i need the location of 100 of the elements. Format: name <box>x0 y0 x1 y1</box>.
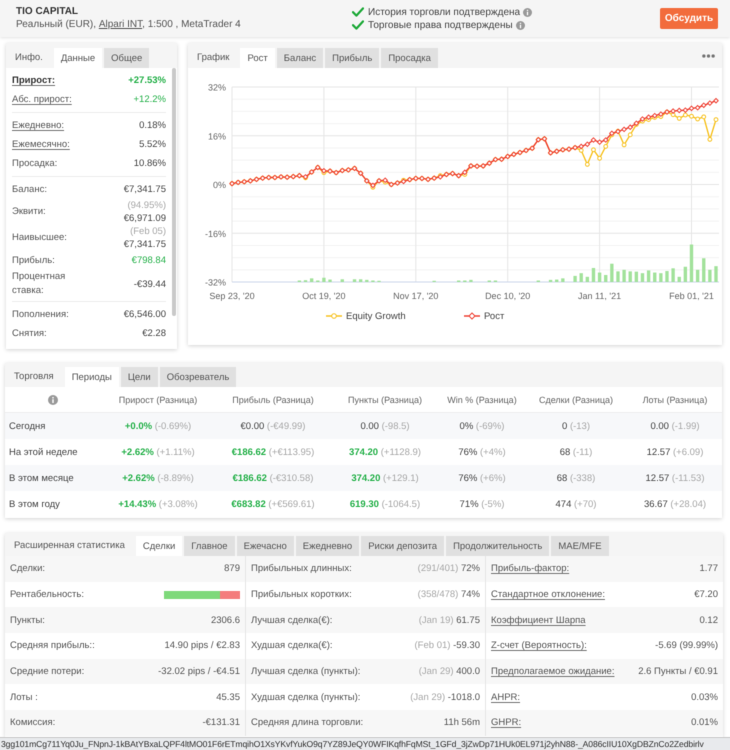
stat-value: €7,341.75 <box>124 183 166 196</box>
stat-value: €798.84 <box>132 254 166 267</box>
panel-title: Инфо. <box>14 51 44 65</box>
stat-label: Комиссия: <box>10 717 56 728</box>
stat-label: Средняя прибыль:: <box>10 640 95 652</box>
stat-label: Ежедневно: <box>12 118 64 132</box>
verification-text: История торговли подтверждена <box>368 6 520 18</box>
stat-value: 0.12 <box>700 614 718 626</box>
column-header: Пункты (Разница) <box>347 394 423 404</box>
panel-title: График <box>196 51 230 65</box>
table-cell-text: €186.62 (+€113.95) <box>230 446 316 458</box>
stat-value: -32.02 pips / -€4.51 <box>158 666 240 678</box>
table-cell-text: +2.62% (+1.11%) <box>120 446 196 458</box>
stat-label: Процентная ставка: <box>12 270 66 298</box>
row-label: Сегодня <box>8 420 46 432</box>
table-cell-text: €0.00 (-€49.99) <box>240 420 306 432</box>
stat-value: (Jan 29) -1018.0 <box>410 692 480 703</box>
stat-label: Худшая сделка(€): <box>251 640 332 652</box>
stat-value: 1.77 <box>700 563 718 574</box>
stat-value: 0.01% <box>691 717 718 728</box>
stat-value: 879 <box>224 563 240 574</box>
status-url: 3gg101mCg711Yq0Ju_FNpnJ-1kBAtYBxaLQPF4ltMO01F6rETmqihO1XsYKvfYukO9q7YZ89JeQY0WFIKqfhFqMSt_1GFd_3jZwDp71HUk0EL971j2yhN88-_A086cIIU10XgDBZnCo2Zedbirlv <box>1 739 704 749</box>
table-cell-text: 36.67 (+28.04) <box>642 498 708 510</box>
table-cell-text: 76% (+4%) <box>457 446 507 458</box>
table-cell-text: 68 (-11) <box>558 446 594 458</box>
stat-label: Предполагаемое ожидание: <box>491 666 614 678</box>
axis-label: 32% <box>208 82 226 92</box>
stat-label: Пункты: <box>10 614 45 626</box>
axis-label: -32% <box>204 278 226 288</box>
stat-label: Рентабельность: <box>10 589 84 600</box>
stat-value: €7.20 <box>694 589 718 600</box>
axis-label: Oct 19, '20 <box>302 291 346 301</box>
axis-label: Jan 11, '21 <box>578 291 622 301</box>
axis-label: 0% <box>212 180 226 190</box>
stat-value: 11h 56m <box>444 717 480 728</box>
column-header: Прибыль (Разница) <box>231 394 315 404</box>
axis-label: Feb 01, '21 <box>669 291 714 301</box>
table-cell-text: 0 (-13) <box>561 420 591 432</box>
table-cell-text: 0.00 (-1.99) <box>649 420 701 432</box>
table-cell-text: +14.43% (+3.08%) <box>117 498 199 510</box>
row-label: В этом году <box>8 498 61 510</box>
row-label: На этой неделе <box>8 446 79 458</box>
stat-label: Лучшая сделка(€): <box>251 614 332 626</box>
stat-value: 5.52% <box>139 138 166 151</box>
column-header: Лоты (Разница) <box>642 394 708 404</box>
table-cell-text: 12.57 (+6.09) <box>646 446 704 458</box>
column-header: Сделки (Разница) <box>538 394 614 404</box>
table-cell-text: 374.20 (+1128.9) <box>348 446 422 458</box>
table-cell-text: 0.00 (-98.5) <box>359 420 411 432</box>
table-cell-text: 619.30 (-1064.5) <box>348 498 422 510</box>
stat-label: Прибыль-фактор: <box>491 563 570 574</box>
panel-title: Торговля <box>13 370 55 384</box>
axis-label: 16% <box>208 131 226 142</box>
stat-value: (Jan 29) 400.0 <box>418 666 480 678</box>
stat-label: GHPR: <box>491 717 522 728</box>
stat-label: Коэффициент Шарпа <box>491 614 586 626</box>
column-header: Прирост (Разница) <box>118 394 198 404</box>
value-note: (Feb 05) <box>130 225 166 238</box>
stat-value: +27.53% <box>128 74 166 87</box>
stat-label: Баланс: <box>12 182 47 196</box>
stat-label: Абс. прирост: <box>12 92 72 106</box>
stat-label: Наивысшее: <box>12 231 67 245</box>
table-cell-text: 12.57 (-11.53) <box>644 472 706 484</box>
stat-value: (Feb 01) -59.30 <box>414 640 480 652</box>
stat-value: (291/401) 72% <box>418 563 480 574</box>
stat-label: AHPR: <box>491 692 520 703</box>
panel-title: Расширенная статистика <box>13 539 126 553</box>
stat-value: -€131.31 <box>202 717 240 728</box>
verification-text: Торговые права подтверждены <box>368 20 513 30</box>
column-header: Win % (Разница) <box>446 394 518 404</box>
stat-value: €6,546.00 <box>124 308 166 321</box>
stat-value: -€39.44 <box>134 278 166 290</box>
stat-value: 2.6 Пункты / €0.91 <box>638 666 718 678</box>
stat-label: Ежемесячно: <box>12 138 70 152</box>
table-cell-text: €186.62 (-€310.58) <box>232 472 314 484</box>
stat-value: -5.69 (99.99%) <box>655 640 718 652</box>
table-cell-text: €683.82 (+€569.61) <box>230 498 316 510</box>
table-cell-text: +2.62% (-8.89%) <box>121 472 195 484</box>
stat-label: Стандартное отклонение: <box>491 589 605 600</box>
table-cell-text: 474 (+70) <box>554 498 598 510</box>
stat-value: 14.90 pips / €2.83 <box>164 640 240 652</box>
table-cell-text: +0.0% (-0.69%) <box>124 420 192 432</box>
axis-label: -16% <box>204 228 226 239</box>
axis-label: Nov 17, '20 <box>393 291 438 301</box>
axis-label: Sep 23, '20 <box>209 291 255 301</box>
stat-label: Z-счет (Вероятность): <box>491 640 587 652</box>
stat-label: Лучшая сделка (пункты): <box>251 666 360 678</box>
stat-value: 0.18% <box>139 119 166 132</box>
stat-label: Пополнения: <box>12 308 69 322</box>
stat-value: €6,971.09 <box>124 212 166 225</box>
stat-label: Эквити: <box>12 205 46 219</box>
stat-value: 45.35 <box>216 692 240 703</box>
stat-label: Худшая сделка (пункты): <box>251 692 360 703</box>
stat-label: Средняя длина торговли: <box>251 717 364 728</box>
stat-label: Лоты : <box>10 692 38 703</box>
account-title: TIO CAPITAL <box>16 5 80 18</box>
table-cell-text: 374.20 (+129.1) <box>350 472 420 484</box>
stat-label: Просадка: <box>12 156 58 170</box>
axis-label: Dec 10, '20 <box>485 291 530 301</box>
stat-value: (358/478) 74% <box>418 589 480 600</box>
